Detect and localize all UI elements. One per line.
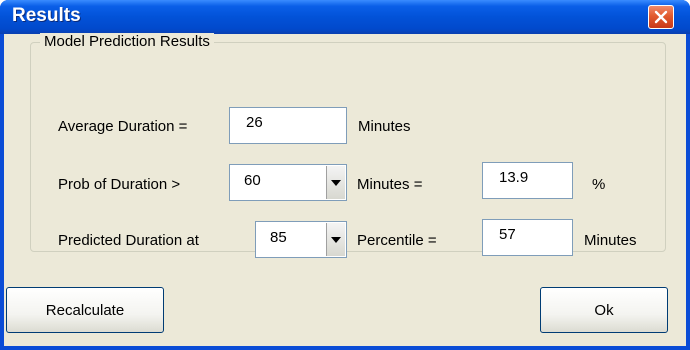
duration-threshold-value: 60 <box>244 172 261 189</box>
percentile-dropdown-button[interactable] <box>326 223 345 256</box>
predicted-duration-unit: Minutes <box>584 232 637 249</box>
predicted-duration-label: Predicted Duration at <box>58 232 199 249</box>
duration-threshold-select[interactable]: 60 <box>229 164 347 201</box>
close-button[interactable] <box>648 5 674 29</box>
predicted-duration-result-field[interactable]: 57 <box>482 219 573 256</box>
title-bar[interactable]: Results <box>0 0 690 34</box>
group-label: Model Prediction Results <box>40 33 214 50</box>
chevron-down-icon <box>331 179 341 186</box>
percentile-label: Percentile = <box>357 232 437 249</box>
recalculate-button[interactable]: Recalculate <box>6 287 164 333</box>
duration-threshold-dropdown-button[interactable] <box>326 166 345 199</box>
close-icon <box>654 10 668 24</box>
prob-duration-label: Prob of Duration > <box>58 176 181 193</box>
chevron-down-icon <box>331 236 341 243</box>
average-duration-field[interactable]: 26 <box>229 107 347 144</box>
prob-minutes-label: Minutes = <box>357 176 423 193</box>
window-title: Results <box>12 5 81 26</box>
percentile-value: 85 <box>270 229 287 246</box>
probability-result-field[interactable]: 13.9 <box>482 162 573 199</box>
ok-button[interactable]: Ok <box>540 287 668 333</box>
percent-unit: % <box>592 176 606 193</box>
percentile-select[interactable]: 85 <box>255 221 347 258</box>
average-duration-unit: Minutes <box>358 118 411 135</box>
average-duration-label: Average Duration = <box>58 118 188 135</box>
